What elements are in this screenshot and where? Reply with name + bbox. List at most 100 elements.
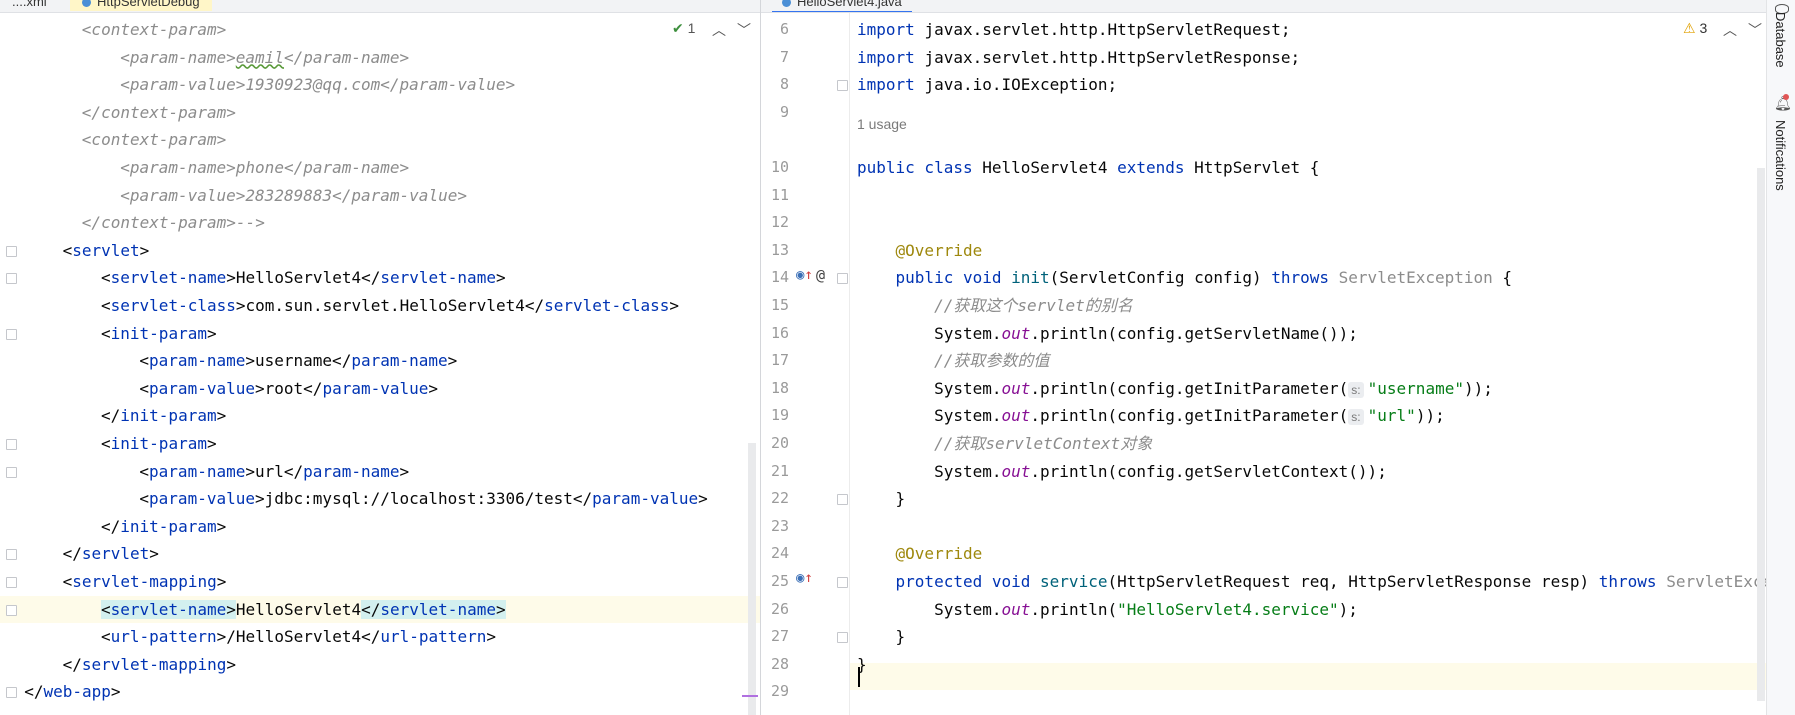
chevron-down-icon[interactable]: ﹀ [1748, 20, 1762, 40]
code-token: <param-value>283289883</param-value> [120, 185, 467, 205]
code-line[interactable]: //获取servletContext对象 [857, 430, 1152, 457]
override-gutter-icon[interactable]: ◉↑ [796, 565, 813, 592]
xml-editor-pane[interactable]: <context-param> <param-name>eamil</param-… [0, 13, 760, 715]
at-annotation-icon[interactable]: @ [816, 262, 825, 289]
fold-marker[interactable] [837, 577, 848, 588]
chevron-up-icon[interactable]: ︿ [712, 20, 726, 40]
code-token: </ [101, 516, 121, 536]
code-line[interactable]: <param-name>username</param-name> [139, 347, 457, 374]
usage-inlay-hint[interactable]: 1 usage [857, 111, 907, 138]
fold-marker[interactable] [6, 328, 17, 340]
fold-marker[interactable] [6, 245, 17, 257]
line-number: 9 [779, 102, 789, 121]
code-line[interactable]: import java.io.IOException; [857, 71, 1117, 98]
tab-xml-file[interactable]: ....xml [12, 0, 47, 11]
code-line[interactable]: <context-param> [82, 16, 227, 43]
code-line[interactable]: } [857, 485, 906, 512]
scrollbar-thumb[interactable] [748, 443, 756, 715]
tab-httpservletdebug[interactable]: HttpServletDebug [70, 0, 212, 11]
code-token: (HttpServletRequest req, HttpServletResp… [1107, 572, 1599, 591]
warning-icon: ⚠ [1683, 20, 1696, 36]
code-line[interactable]: <param-value>1930923@qq.com</param-value… [120, 71, 515, 98]
code-line[interactable]: public class HelloServlet4 extends HttpS… [857, 154, 1319, 181]
fold-marker[interactable] [837, 80, 848, 92]
code-line[interactable]: import javax.servlet.http.HttpServletReq… [857, 16, 1290, 43]
line-number: 16 [770, 323, 789, 342]
code-line[interactable]: </web-app> [24, 678, 120, 705]
code-line[interactable]: <param-value>root</param-value> [139, 375, 438, 402]
code-line[interactable]: </init-param> [101, 513, 226, 540]
code-line[interactable]: </init-param> [101, 402, 226, 429]
code-line[interactable]: </servlet> [63, 540, 159, 567]
java-editor-pane[interactable]: 6 7 8 9 10 11 12 13 14 15 16 17 18 19 20 21 22 23 24 25 26 27… [761, 13, 1766, 715]
code-line[interactable]: <param-value>jdbc:mysql://localhost:3306… [139, 485, 707, 512]
code-token: init-param [120, 516, 217, 536]
fold-marker[interactable] [6, 273, 17, 285]
warnings-indicator[interactable]: ⚠ 3 [1683, 20, 1707, 37]
line-number: 22 [770, 489, 789, 508]
fold-marker[interactable] [6, 604, 17, 616]
code-token: </param-name> [283, 47, 410, 67]
code-line[interactable]: </context-param> [82, 99, 236, 126]
code-token: < [139, 378, 150, 398]
code-line[interactable]: <param-name>url</param-name> [139, 458, 409, 485]
code-token: import [857, 47, 925, 67]
fold-marker[interactable] [6, 687, 17, 699]
fold-marker[interactable] [837, 632, 848, 644]
code-line[interactable]: //获取参数的值 [857, 347, 1049, 374]
code-line[interactable]: <init-param> [101, 320, 217, 347]
inspection-ok-indicator[interactable]: ✔ 1 [672, 20, 695, 37]
code-token: servlet-mapping [72, 572, 217, 591]
check-count: 1 [687, 20, 696, 36]
code-line[interactable]: @Override [857, 237, 983, 264]
code-token: protected void [857, 572, 1041, 591]
chevron-up-icon[interactable]: ︿ [1723, 20, 1737, 40]
code-line[interactable]: <url-pattern>/HelloServlet4</url-pattern… [101, 623, 496, 650]
code-line[interactable]: @Override [857, 540, 983, 567]
code-line[interactable]: System.out.println(config.getServletName… [857, 320, 1358, 347]
code-line[interactable]: <servlet> [63, 237, 150, 264]
fold-marker[interactable] [6, 466, 17, 478]
code-token: java.io.IOException; [924, 75, 1118, 95]
code-line[interactable]: System.out.println("HelloServlet4.servic… [857, 596, 1358, 623]
code-line[interactable]: import javax.servlet.http.HttpServletRes… [857, 44, 1300, 71]
code-line[interactable]: <servlet-mapping> [63, 568, 227, 595]
code-line[interactable]: //获取这个servlet的别名 [857, 292, 1133, 319]
code-token: "username" [1367, 378, 1464, 398]
code-line[interactable]: } [857, 623, 906, 650]
line-number-gutter[interactable]: 6 7 8 9 10 11 12 13 14 15 16 17 18 19 20 21 22 23 24 25 26 27… [761, 13, 849, 715]
fold-marker[interactable] [837, 494, 848, 506]
code-line[interactable]: System.out.println(config.getInitParamet… [857, 402, 1445, 429]
code-token: < [101, 296, 111, 315]
code-line[interactable]: <servlet-name>HelloServlet4</servlet-nam… [101, 596, 506, 623]
code-line[interactable]: System.out.println(config.getInitParamet… [857, 375, 1493, 402]
notifications-tool-button[interactable]: Notifications [1773, 120, 1788, 191]
code-line[interactable]: <context-param> [82, 126, 227, 153]
code-line[interactable]: <servlet-name>HelloServlet4</servlet-nam… [101, 264, 506, 291]
code-line[interactable]: <param-name>eamil</param-name> [120, 44, 409, 71]
code-line[interactable]: System.out.println(config.getServletCont… [857, 458, 1387, 485]
fold-marker[interactable] [6, 439, 17, 450]
fold-marker[interactable] [6, 549, 17, 561]
code-token: </ [62, 654, 82, 674]
database-tool-button[interactable]: Database [1773, 12, 1788, 68]
code-line[interactable]: </servlet-mapping> [63, 651, 236, 678]
code-token: web-app [43, 682, 111, 702]
fold-marker[interactable] [837, 273, 848, 285]
code-line[interactable]: <init-param> [101, 430, 217, 457]
code-token: </ [361, 599, 381, 619]
code-line[interactable]: protected void service(HttpServletReques… [857, 568, 1766, 595]
code-line[interactable]: </context-param>--> [82, 209, 265, 236]
text-caret [858, 667, 860, 687]
code-line[interactable]: <param-name>phone</param-name> [120, 154, 409, 181]
code-line[interactable]: public void init(ServletConfig config) t… [857, 264, 1513, 291]
scrollbar-thumb[interactable] [1757, 168, 1765, 701]
code-line[interactable]: <servlet-class>com.sun.servlet.HelloServ… [101, 292, 679, 319]
chevron-down-icon[interactable]: ﹀ [737, 20, 751, 40]
code-line[interactable]: <param-value>283289883</param-value> [120, 182, 467, 209]
code-token: servlet [72, 240, 140, 260]
override-gutter-icon[interactable]: ◉↑ [796, 262, 813, 289]
fold-marker[interactable] [6, 577, 17, 588]
code-token: @Override [857, 544, 983, 564]
tab-helloservlet4-java[interactable]: HelloServlet4.java [772, 0, 912, 12]
